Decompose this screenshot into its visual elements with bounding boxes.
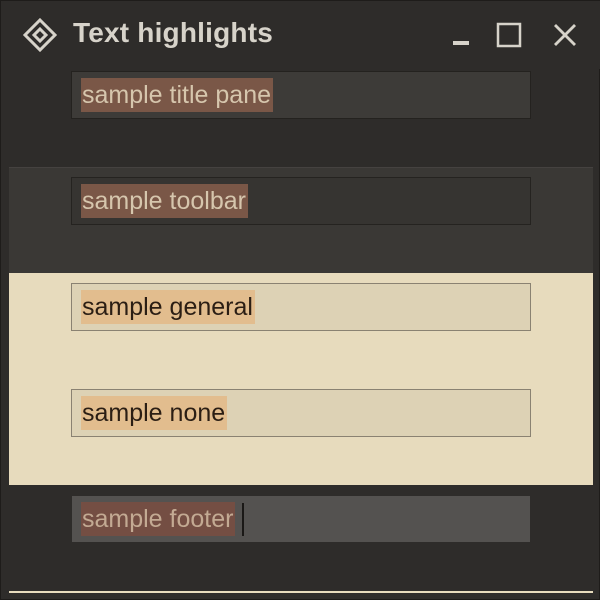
minimize-icon[interactable] (447, 21, 475, 49)
toolbar-highlighted-text: sample toolbar (81, 184, 248, 218)
general-highlighted-text: sample general (81, 290, 255, 324)
title-pane-text-field[interactable]: sample title pane (71, 71, 531, 119)
text-highlights-window: Text highlights sample title pane sample… (0, 0, 600, 600)
none-highlighted-text: sample none (81, 396, 228, 430)
close-icon[interactable] (551, 21, 579, 49)
maximize-icon[interactable] (495, 21, 523, 49)
text-caret (242, 503, 244, 536)
title-pane-highlighted-text: sample title pane (81, 78, 274, 112)
window-title: Text highlights (73, 17, 274, 48)
toolbar-text-field[interactable]: sample toolbar (71, 177, 531, 225)
none-text-field[interactable]: sample none (71, 389, 531, 437)
general-text-field[interactable]: sample general (71, 283, 531, 331)
title-bar[interactable]: Text highlights (1, 1, 600, 69)
bottom-divider (9, 591, 593, 593)
footer-text-field[interactable]: sample footer (71, 495, 531, 543)
footer-highlighted-text: sample footer (81, 502, 236, 536)
diamond-app-icon (23, 18, 57, 52)
